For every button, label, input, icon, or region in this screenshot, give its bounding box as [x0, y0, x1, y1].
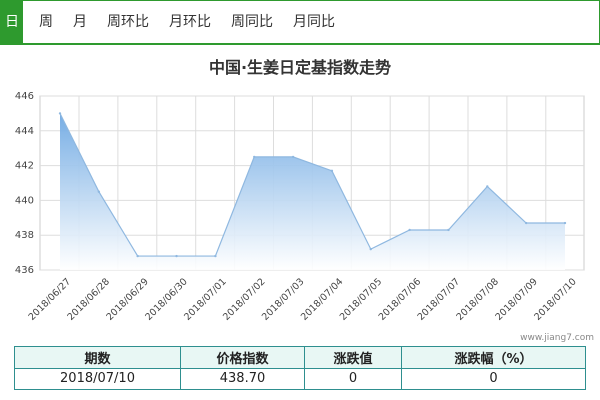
- y-tick-label: 438: [15, 230, 34, 241]
- col-period: 期数: [14, 346, 181, 369]
- x-tick-label: 2018/07/10: [532, 276, 579, 323]
- data-point: [524, 221, 528, 225]
- data-point: [563, 221, 567, 225]
- data-point: [136, 254, 139, 258]
- col-price-index: 价格指数: [180, 346, 305, 369]
- data-point: [330, 169, 334, 173]
- table-row: 2018/07/10 438.70 0 0: [14, 367, 586, 390]
- data-point: [214, 254, 217, 258]
- y-tick-label: 442: [15, 161, 34, 172]
- cell-change-percent: 0: [401, 367, 586, 390]
- y-tick-label: 436: [15, 265, 34, 276]
- data-point: [175, 254, 178, 258]
- table-header-row: 期数 价格指数 涨跌值 涨跌幅（%）: [14, 346, 586, 369]
- y-tick-label: 440: [15, 195, 34, 206]
- cell-price-index: 438.70: [180, 367, 305, 390]
- data-point: [408, 228, 411, 232]
- y-tick-label: 444: [15, 126, 34, 137]
- index-table: 期数 价格指数 涨跌值 涨跌幅（%） 2018/07/10 438.70 0 0: [14, 346, 586, 390]
- data-point: [369, 247, 372, 251]
- cell-period: 2018/07/10: [14, 367, 181, 390]
- data-point: [253, 155, 256, 159]
- watermark: www.jiang7.com: [520, 333, 594, 343]
- data-point: [447, 228, 450, 232]
- col-change-value: 涨跌值: [304, 346, 402, 369]
- data-point: [97, 190, 101, 193]
- y-tick-label: 446: [15, 91, 34, 102]
- cell-change-value: 0: [304, 367, 402, 390]
- data-point: [486, 185, 489, 188]
- data-point: [58, 112, 62, 115]
- data-point: [291, 155, 295, 159]
- col-change-percent: 涨跌幅（%）: [401, 346, 586, 369]
- index-area-chart: 4364384404424444462018/06/272018/06/2820…: [15, 91, 594, 343]
